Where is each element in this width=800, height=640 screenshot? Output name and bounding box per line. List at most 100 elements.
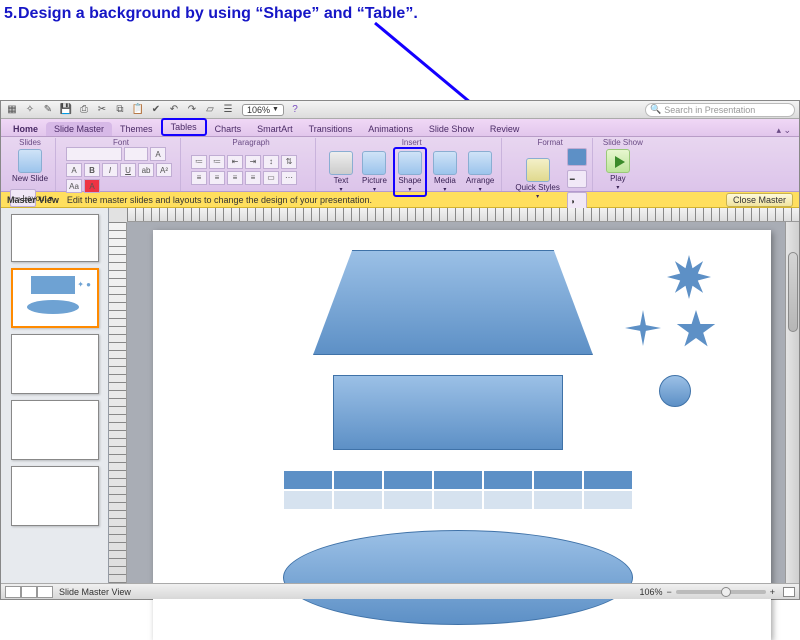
save-icon[interactable]: 💾 [59,103,73,117]
search-placeholder: Search in Presentation [664,105,755,115]
text-box-icon [329,151,353,175]
table-object[interactable] [283,470,633,510]
picture-button[interactable]: Picture▾ [359,149,390,195]
tab-slide-show[interactable]: Slide Show [421,122,482,136]
new-slide-button[interactable]: New Slide [9,147,51,185]
new-slide-icon [18,149,42,173]
group-title-slides: Slides [9,138,51,147]
presenter-view-icon[interactable] [37,586,53,598]
layout-thumbnail[interactable] [11,400,99,460]
shape-ellipse[interactable] [283,530,633,625]
slideshow-icon[interactable]: ▱ [203,103,217,117]
tab-home[interactable]: Home [5,122,46,136]
zoom-knob[interactable] [721,587,731,597]
tab-animations[interactable]: Animations [360,122,421,136]
line-dropdown[interactable]: ━ [567,170,587,188]
layout-thumbnail-selected[interactable]: ✦ ● [11,268,99,328]
zoom-slider[interactable]: 106% − + [639,587,795,597]
open-icon[interactable]: ✎ [41,103,55,117]
play-button[interactable]: Play▾ [603,147,633,193]
vertical-scrollbar[interactable] [785,222,799,583]
ribbon-body: Slides New Slide ▭ Layout ▾ ▤ Section ▾ … [1,137,799,192]
horizontal-ruler[interactable] [127,208,799,222]
shape-sun[interactable] [667,255,711,299]
menu-icon[interactable]: ▦ [5,103,19,117]
fit-window-icon[interactable] [783,587,795,597]
shape-4point-star[interactable] [625,310,661,346]
zoom-out-icon[interactable]: − [666,587,671,597]
ruler-corner [109,208,127,222]
undo-icon[interactable]: ↶ [167,103,181,117]
instruction-text: Design a background by using “Shape” and… [18,5,418,23]
group-title-format: Format [512,138,587,147]
slide-canvas-area [109,208,799,583]
help-icon[interactable]: ? [288,103,302,117]
ribbon-tabs: Home Slide Master Themes Tables Charts S… [1,119,799,137]
group-title-font: Font [66,138,176,147]
group-font: Font AA BIU abA²Aa A [62,138,181,191]
tab-smartart[interactable]: SmartArt [249,122,301,136]
group-insert: Insert Text▾ Picture▾ Shape▾ Media▾ [322,138,502,191]
play-icon [606,149,630,173]
group-slides: Slides New Slide ▭ Layout ▾ ▤ Section ▾ [5,138,56,191]
tab-review[interactable]: Review [482,122,528,136]
slides-icon[interactable]: ☰ [221,103,235,117]
cut-icon[interactable]: ✂ [95,103,109,117]
layout-thumbnail[interactable] [11,334,99,394]
group-format: Format Quick Styles▾ ━ ◑ [508,138,592,191]
shape-5point-star[interactable] [676,310,716,350]
arrange-icon [468,151,492,175]
fill-dropdown[interactable] [567,148,587,166]
copy-icon[interactable]: ⧉ [113,103,127,117]
tab-themes[interactable]: Themes [112,122,161,136]
quick-styles-button[interactable]: Quick Styles▾ [512,156,562,202]
font-controls[interactable]: AA BIU abA²Aa A [66,147,176,193]
slide-canvas[interactable] [153,230,771,640]
group-slideshow: Slide Show Play▾ [599,138,647,191]
vertical-ruler[interactable] [109,222,127,583]
view-switcher[interactable] [5,586,53,598]
quick-styles-icon [526,158,550,182]
redo-icon[interactable]: ↷ [185,103,199,117]
normal-view-icon[interactable] [5,586,21,598]
tab-charts[interactable]: Charts [207,122,250,136]
arrange-button[interactable]: Arrange▾ [463,149,497,195]
media-button[interactable]: Media▾ [430,149,460,195]
scrollbar-thumb[interactable] [788,252,798,332]
search-input[interactable]: 🔍 Search in Presentation [645,103,795,117]
slide-thumbnail-pane[interactable]: ✦ ● [1,208,109,583]
master-view-message: Edit the master slides and layouts to ch… [67,195,372,205]
shape-rectangle[interactable] [333,375,563,450]
master-thumbnail[interactable] [11,214,99,262]
new-icon[interactable]: ✧ [23,103,37,117]
paste-icon[interactable]: 📋 [131,103,145,117]
shape-icon [398,151,422,175]
tab-slide-master[interactable]: Slide Master [46,122,112,136]
chevron-down-icon: ▼ [272,106,279,113]
tab-tables[interactable]: Tables [161,118,207,136]
zoom-label: 106% [639,587,662,597]
picture-icon [362,151,386,175]
shape-button[interactable]: Shape▾ [393,147,427,197]
zoom-in-icon[interactable]: + [770,587,775,597]
media-icon [433,151,457,175]
print-icon[interactable]: ⎙ [77,103,91,117]
zoom-value: 106% [247,105,270,115]
text-button[interactable]: Text▾ [326,149,356,195]
group-paragraph: Paragraph ≔≔⇤⇥↕⇅ ≡≡≡≡▭⋯ [187,138,316,191]
close-master-button[interactable]: Close Master [726,193,793,207]
layout-thumbnail[interactable] [11,466,99,526]
shape-trapezoid[interactable] [313,250,593,355]
zoom-dropdown[interactable]: 106% ▼ [242,104,284,116]
shape-circle[interactable] [659,375,691,407]
status-mode-text: Slide Master View [59,587,131,597]
status-bar: Slide Master View 106% − + [1,583,799,599]
sorter-view-icon[interactable] [21,586,37,598]
paragraph-controls[interactable]: ≔≔⇤⇥↕⇅ ≡≡≡≡▭⋯ [191,155,311,185]
tab-transitions[interactable]: Transitions [301,122,361,136]
instruction-number: 5. [4,5,17,23]
collapse-ribbon-icon[interactable]: ▴ ⌄ [776,125,795,136]
powerpoint-window: ▦ ✧ ✎ 💾 ⎙ ✂ ⧉ 📋 ✔ ↶ ↷ ▱ ☰ 106% ▼ ? 🔍 Sea… [0,100,800,600]
master-view-title: Master View [7,195,59,205]
format-painter-icon[interactable]: ✔ [149,103,163,117]
